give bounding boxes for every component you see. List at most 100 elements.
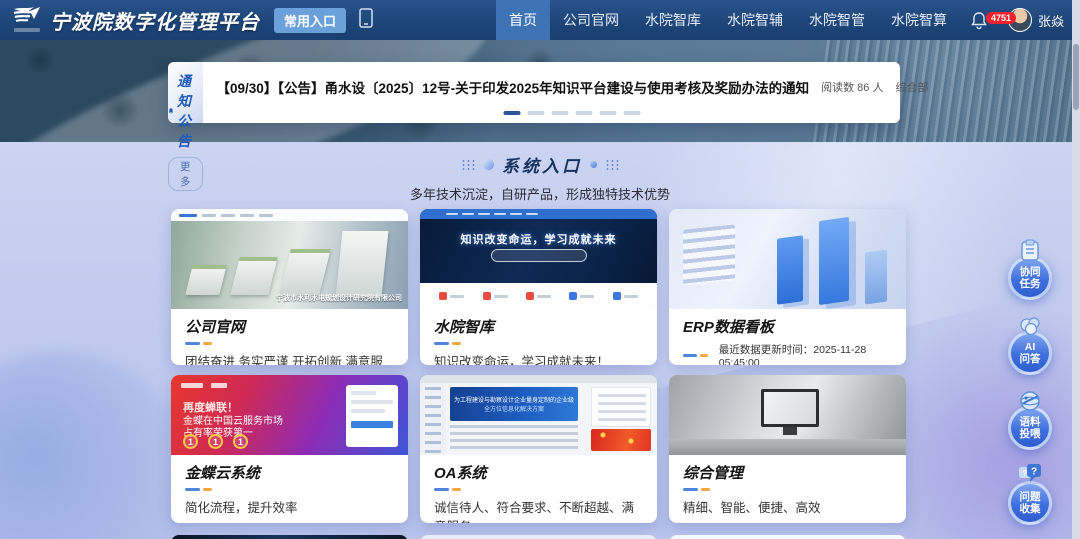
float-label: 问答: [1020, 353, 1041, 365]
logo-swoosh-icon: [12, 5, 42, 27]
card-kingdee-cloud[interactable]: 再度蝉联！ 金蝶在中国云服务市场 占有率荣获第一 1 1 1 金蝶云系统 简化流…: [171, 375, 408, 523]
bell-icon: [970, 10, 988, 30]
notice-item-link[interactable]: 【09/30】【公告】甬水设〔2025〕12号-关于印发2025年知识平台建设与…: [217, 77, 810, 97]
notice-read-count: 阅读数 86 人: [821, 79, 883, 95]
erp-update-time: 最近数据更新时间：2025-11-28 05:45:00: [719, 342, 892, 365]
float-label: 问题: [1020, 491, 1041, 503]
notice-dot[interactable]: [576, 111, 593, 115]
float-label: 任务: [1020, 278, 1041, 290]
card-erp-image: [669, 209, 906, 309]
peek-card[interactable]: [171, 535, 408, 539]
globe-icon: [1019, 388, 1041, 412]
main-nav: 首页 公司官网 水院智库 水院智辅 水院智管 水院智算 4751 张焱: [496, 0, 1080, 40]
card-kingdee-image: 再度蝉联！ 金蝶在中国云服务市场 占有率荣获第一 1 1 1: [171, 375, 408, 455]
card-oa-image: 为工程建设与勘察设计企业量身定制的企业级 全方位信息化解决方案: [420, 375, 657, 455]
notice-pagination: [504, 111, 641, 115]
ball-decoration: [483, 159, 494, 170]
page-title: 宁波院数字化管理平台: [50, 6, 260, 35]
issue-collect-button[interactable]: ?? 问题 收集: [1000, 463, 1060, 529]
nav-item-assist[interactable]: 水院智辅: [714, 0, 796, 40]
nav-item-manage[interactable]: 水院智管: [796, 0, 878, 40]
quick-entry-button[interactable]: 常用入口: [274, 8, 346, 33]
top-header: 宁波院数字化管理平台 常用入口 首页 公司官网 水院智库 水院智辅 水院智管 水…: [0, 0, 1080, 40]
dot-grid-decoration: [461, 159, 475, 170]
ball-decoration: [590, 161, 597, 168]
nav-item-knowledge[interactable]: 水院智库: [632, 0, 714, 40]
card-description: 简化流程，提升效率: [185, 497, 394, 516]
app-logo: [10, 5, 44, 35]
card-title: 公司官网: [185, 316, 394, 337]
section-title: 系统入口: [502, 152, 582, 177]
knowledge-image-searchbar: [491, 249, 587, 262]
notice-panel-title: 通知公告: [177, 71, 203, 151]
section-subtitle: 多年技术沉淀，自研产品，形成独特技术优势: [0, 184, 1080, 203]
dot-grid-decoration: [605, 159, 619, 170]
floating-toolbar: 协同 任务 AI 问答 语料 投喂 ??: [1000, 238, 1060, 538]
knowledge-image-headline: 知识改变命运，学习成就未来: [420, 231, 657, 247]
ai-cloud-icon: [1018, 313, 1042, 337]
card-erp-dashboard[interactable]: ERP数据看板 最近数据更新时间：2025-11-28 05:45:00 洞察经…: [669, 209, 906, 365]
card-description: 精细、智能、便捷、高效: [683, 497, 892, 516]
mobile-app-icon[interactable]: [358, 8, 374, 33]
medal-icon: 1: [183, 434, 198, 449]
nav-item-home[interactable]: 首页: [496, 0, 550, 40]
third-row-peek: [171, 535, 906, 539]
card-oa-system[interactable]: 为工程建设与勘察设计企业量身定制的企业级 全方位信息化解决方案 OA系统 诚信待…: [420, 375, 657, 523]
card-description: 知识改变命运，学习成就未来！: [434, 351, 643, 365]
card-knowledge-base[interactable]: 知识改变命运，学习成就未来 水院智库 知识改变命运，学习成就未来！: [420, 209, 657, 365]
username-label[interactable]: 张焱: [1038, 11, 1064, 30]
card-description: 团结奋进 务实严谨 开拓创新 满意服务: [185, 351, 394, 365]
medal-icon: 1: [233, 434, 248, 449]
main-content: 系统入口 多年技术沉淀，自研产品，形成独特技术优势 宁波市水利水电规划设计研究院…: [0, 142, 1080, 539]
oa-banner-line: 全方位信息化解决方案: [450, 404, 578, 413]
collab-tasks-button[interactable]: 协同 任务: [1000, 238, 1060, 304]
peek-card[interactable]: [669, 535, 906, 539]
corpus-feed-button[interactable]: 语料 投喂: [1000, 388, 1060, 454]
notice-dot[interactable]: [528, 111, 545, 115]
notification-badge: 4751: [986, 12, 1016, 24]
notice-dot[interactable]: [504, 111, 521, 115]
page-scrollbar: [1072, 0, 1080, 539]
card-title: 水院智库: [434, 316, 643, 337]
card-company-site-image: 宁波市水利水电规划设计研究院有限公司: [171, 209, 408, 309]
scrollbar-thumb[interactable]: [1073, 44, 1079, 110]
card-title: 金蝶云系统: [185, 462, 394, 483]
notification-bell[interactable]: 4751: [970, 10, 988, 30]
nav-item-compute[interactable]: 水院智算: [878, 0, 960, 40]
background-blob-left: [0, 352, 190, 539]
notice-dot[interactable]: [552, 111, 569, 115]
card-description: 诚信待人、符合要求、不断超越、满意服务: [434, 497, 643, 523]
svg-text:?: ?: [1031, 467, 1037, 478]
card-title: OA系统: [434, 462, 643, 483]
float-label: 投喂: [1020, 428, 1041, 440]
card-company-site[interactable]: 宁波市水利水电规划设计研究院有限公司 公司官网 团结奋进 务实严谨 开拓创新 满…: [171, 209, 408, 365]
notice-left-panel: 通知公告 更多: [168, 62, 203, 123]
question-bubble-icon: ??: [1017, 463, 1043, 487]
announcement-bell-icon: [168, 104, 174, 118]
notice-board: 通知公告 更多 【09/30】【公告】甬水设〔2025〕12号-关于印发2025…: [168, 62, 900, 123]
logo-subtext-bar: [14, 28, 40, 32]
oa-red-banner: [591, 429, 651, 451]
float-label: 语料: [1020, 416, 1041, 428]
float-label: AI: [1025, 341, 1036, 353]
peek-card[interactable]: [420, 535, 657, 539]
card-knowledge-image: 知识改变命运，学习成就未来: [420, 209, 657, 309]
kingdee-medals: 1 1 1: [183, 434, 248, 449]
ai-qa-button[interactable]: AI 问答: [1000, 313, 1060, 379]
float-label: 协同: [1020, 266, 1041, 278]
portal-page: 宁波院数字化管理平台 常用入口 首页 公司官网 水院智库 水院智辅 水院智管 水…: [0, 0, 1080, 539]
card-title: ERP数据看板: [683, 316, 892, 337]
notice-dot[interactable]: [600, 111, 617, 115]
notice-dot[interactable]: [624, 111, 641, 115]
medal-icon: 1: [208, 434, 223, 449]
card-management-image: [669, 375, 906, 455]
notice-more-button[interactable]: 更多: [168, 157, 203, 191]
clipboard-icon: [1019, 238, 1041, 262]
notice-dept-label: 综合部: [895, 79, 928, 95]
oa-banner-line: 为工程建设与勘察设计企业量身定制的企业级: [450, 395, 578, 404]
svg-text:?: ?: [1023, 469, 1028, 478]
nav-item-official-site[interactable]: 公司官网: [550, 0, 632, 40]
card-title: 综合管理: [683, 462, 892, 483]
card-general-management[interactable]: 综合管理 精细、智能、便捷、高效: [669, 375, 906, 523]
kingdee-login-panel: [346, 385, 398, 447]
